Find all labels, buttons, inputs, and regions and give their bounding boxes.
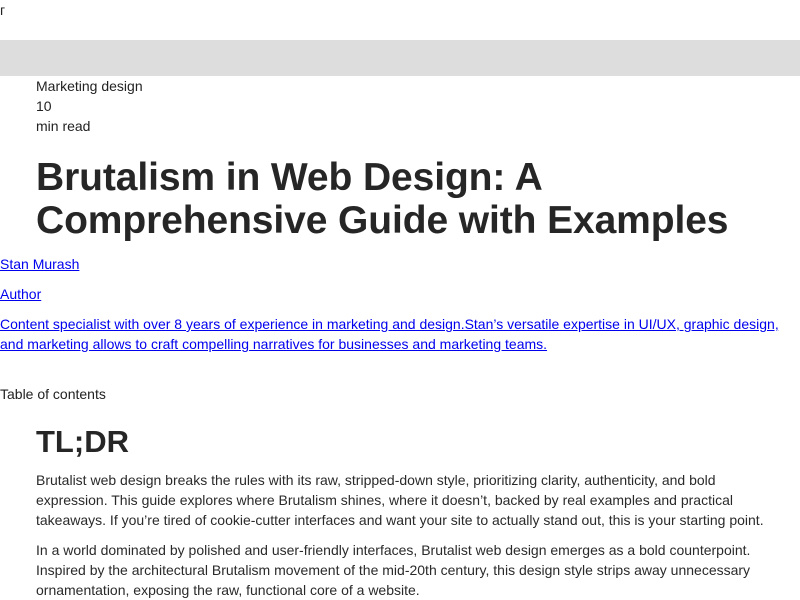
table-of-contents-label[interactable]: Table of contents xyxy=(0,384,106,404)
author-role-link[interactable]: Author xyxy=(0,284,41,304)
author-name-link[interactable]: Stan Murash xyxy=(0,254,79,274)
article-meta: Marketing design 10 min read xyxy=(36,76,143,136)
tldr-paragraph: Brutalist web design breaks the rules wi… xyxy=(36,472,764,528)
author-bio-link[interactable]: Content specialist with over 8 years of … xyxy=(0,314,790,354)
tldr-heading: TL;DR xyxy=(36,424,129,459)
article-title: Brutalism in Web Design: A Comprehensive… xyxy=(36,156,729,242)
article-category: Marketing design xyxy=(36,78,143,94)
intro-paragraph: In a world dominated by polished and use… xyxy=(36,542,751,598)
header-banner-placeholder xyxy=(0,40,800,76)
top-left-glyph: г xyxy=(0,2,6,18)
read-time-number: 10 xyxy=(36,98,52,114)
read-time-unit: min read xyxy=(36,118,91,134)
article-page: г Marketing design 10 min read Brutalism… xyxy=(0,0,800,600)
